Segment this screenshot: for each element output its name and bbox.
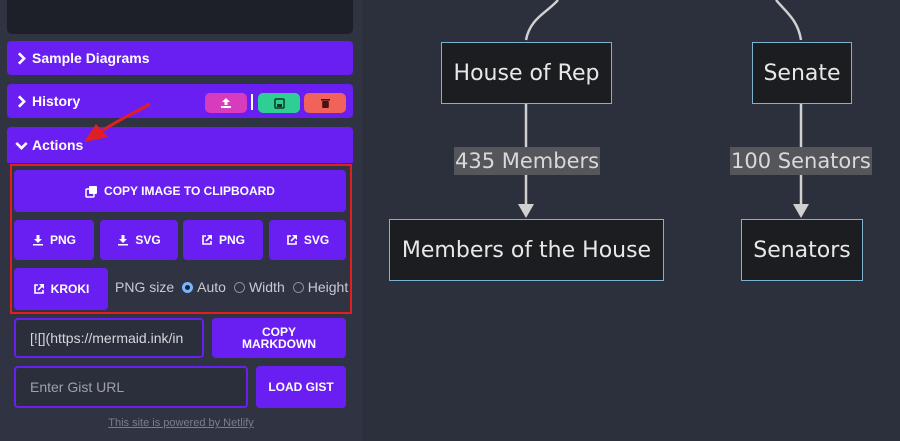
- history-label: History: [32, 93, 81, 109]
- open-svg-button[interactable]: SVG: [269, 220, 346, 260]
- trash-icon: [320, 99, 330, 108]
- radio-auto[interactable]: [182, 281, 194, 293]
- copy-icon: [85, 185, 98, 198]
- diagram-canvas: House of Rep Senate 435 Members 100 Sena…: [368, 0, 900, 441]
- png-size-options: PNG size Auto Width Height: [115, 279, 348, 295]
- png-size-label: PNG size: [115, 279, 175, 295]
- history-save-button[interactable]: [258, 93, 300, 113]
- history-delete-button[interactable]: [304, 93, 346, 113]
- code-editor[interactable]: [7, 0, 353, 34]
- markdown-link-field[interactable]: [![](https://mermaid.ink/in: [14, 318, 204, 358]
- gist-url-input[interactable]: Enter Gist URL: [14, 366, 248, 408]
- history-toggle[interactable]: History: [7, 84, 353, 118]
- save-icon: [273, 97, 285, 109]
- open-svg-label: SVG: [303, 233, 330, 247]
- markdown-link-value: [![](https://mermaid.ink/in: [30, 330, 184, 346]
- sample-diagrams-toggle[interactable]: Sample Diagrams: [7, 41, 353, 75]
- gist-url-placeholder: Enter Gist URL: [30, 379, 125, 395]
- kroki-button[interactable]: KROKI: [14, 268, 108, 310]
- sidebar: Sample Diagrams History Actions COPY IMA…: [0, 0, 362, 441]
- radio-auto-label[interactable]: Auto: [197, 279, 226, 295]
- node-members-of-the-house: Members of the House: [389, 219, 664, 281]
- download-svg-button[interactable]: SVG: [100, 220, 178, 260]
- download-png-button[interactable]: PNG: [14, 220, 94, 260]
- copy-image-button[interactable]: COPY IMAGE TO CLIPBOARD: [14, 170, 346, 212]
- kroki-label: KROKI: [50, 282, 90, 296]
- load-gist-label: LOAD GIST: [268, 380, 334, 394]
- history-upload-button[interactable]: [205, 93, 247, 113]
- upload-icon: [221, 98, 231, 108]
- edge-from-above-house: [524, 0, 559, 41]
- open-png-label: PNG: [218, 233, 245, 247]
- download-icon: [32, 235, 43, 246]
- copy-markdown-label-line2: MARKDOWN: [242, 337, 316, 351]
- node-senators: Senators: [741, 219, 863, 281]
- edge-label-435-members: 435 Members: [454, 147, 601, 175]
- load-gist-button[interactable]: LOAD GIST: [256, 366, 346, 408]
- radio-height[interactable]: [292, 281, 304, 293]
- actions-label: Actions: [32, 137, 84, 153]
- chevron-right-icon: [17, 94, 26, 108]
- copy-markdown-button[interactable]: COPY MARKDOWN: [212, 318, 346, 358]
- edge-from-above-senate: [775, 0, 803, 41]
- radio-height-label[interactable]: Height: [308, 279, 348, 295]
- node-senate: Senate: [752, 42, 852, 104]
- external-link-icon: [202, 235, 212, 245]
- external-link-icon: [33, 284, 44, 294]
- arrowhead-senate: [793, 204, 809, 218]
- chevron-down-icon: [15, 141, 28, 150]
- sample-diagrams-label: Sample Diagrams: [32, 50, 150, 66]
- edge-label-100-senators: 100 Senators: [730, 147, 872, 175]
- radio-width[interactable]: [233, 281, 245, 293]
- external-link-icon: [287, 235, 297, 245]
- radio-width-label[interactable]: Width: [249, 279, 285, 295]
- download-icon: [118, 235, 129, 246]
- download-svg-label: SVG: [135, 233, 161, 247]
- history-divider: [251, 94, 253, 110]
- download-png-label: PNG: [49, 233, 76, 247]
- chevron-right-icon: [17, 51, 26, 65]
- copy-image-label: COPY IMAGE TO CLIPBOARD: [104, 184, 275, 198]
- actions-toggle[interactable]: Actions: [7, 127, 353, 163]
- netlify-link[interactable]: This site is powered by Netlify: [0, 417, 362, 429]
- actions-panel: COPY IMAGE TO CLIPBOARD PNG SVG PNG SVG …: [10, 164, 352, 314]
- open-png-button[interactable]: PNG: [183, 220, 263, 260]
- arrowhead-house: [518, 204, 534, 218]
- node-house-of-rep: House of Rep: [441, 42, 612, 104]
